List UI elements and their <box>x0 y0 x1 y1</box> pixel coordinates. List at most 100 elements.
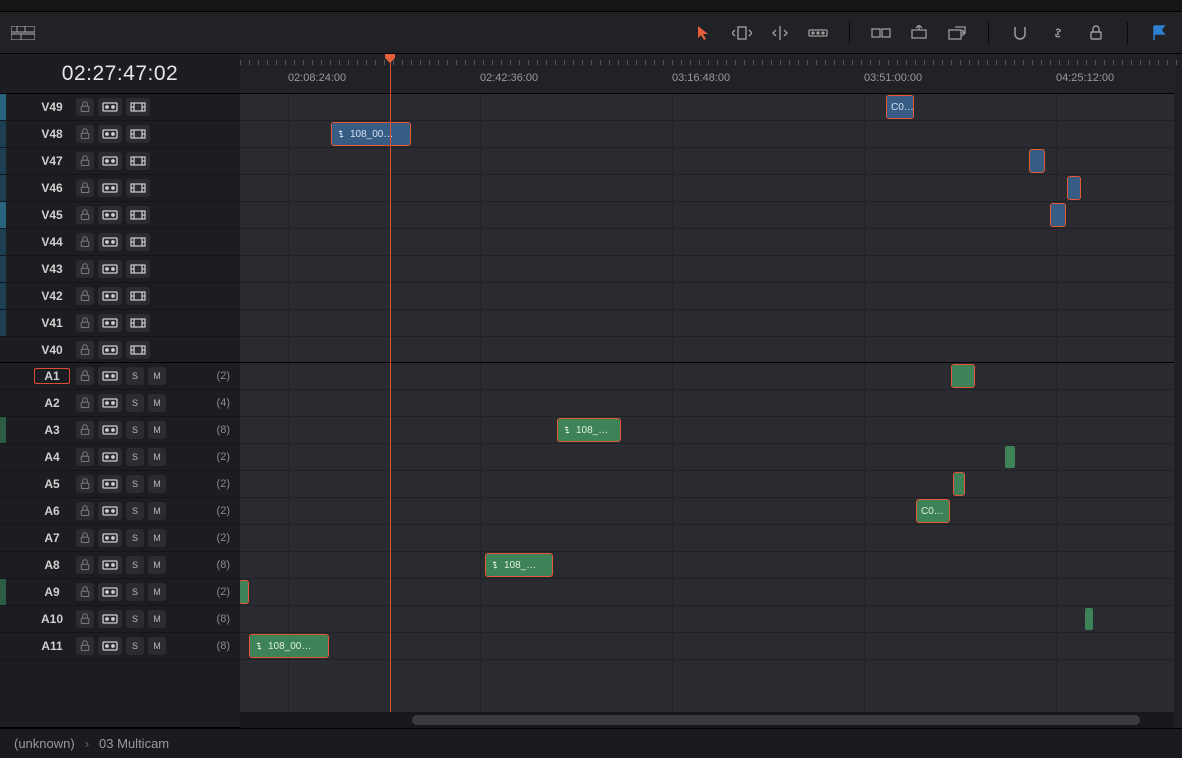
timeline-view-icon[interactable] <box>10 23 36 43</box>
flag-marker-icon[interactable] <box>1146 23 1172 43</box>
audio-clip[interactable]: 108_… <box>486 554 552 576</box>
timeline-lane[interactable] <box>240 606 1174 633</box>
timeline-lane[interactable] <box>240 202 1174 229</box>
timeline-lane[interactable] <box>240 471 1174 498</box>
auto-select-icon[interactable] <box>98 287 122 305</box>
solo-button[interactable]: S <box>126 475 144 493</box>
mute-button[interactable]: M <box>148 583 166 601</box>
blade-tool-icon[interactable] <box>805 23 831 43</box>
timeline-lane[interactable] <box>240 337 1174 363</box>
track-type-icon[interactable] <box>126 287 150 305</box>
audio-clip[interactable] <box>952 365 974 387</box>
horizontal-scrollbar[interactable] <box>240 712 1174 728</box>
audio-clip[interactable] <box>240 581 248 603</box>
auto-select-icon[interactable] <box>98 610 122 628</box>
solo-button[interactable]: S <box>126 529 144 547</box>
lock-icon[interactable] <box>76 475 94 493</box>
timeline-lane[interactable] <box>240 256 1174 283</box>
track-label[interactable]: V45 <box>34 208 70 222</box>
lock-icon[interactable] <box>76 314 94 332</box>
auto-select-icon[interactable] <box>98 341 122 359</box>
lock-icon[interactable] <box>76 502 94 520</box>
solo-button[interactable]: S <box>126 556 144 574</box>
selection-tool-icon[interactable] <box>691 23 717 43</box>
auto-select-icon[interactable] <box>98 98 122 116</box>
solo-button[interactable]: S <box>126 394 144 412</box>
video-clip[interactable] <box>1030 150 1044 172</box>
track-label[interactable]: A6 <box>34 504 70 518</box>
track-label[interactable]: V48 <box>34 127 70 141</box>
audio-track-header[interactable]: A7SM(2) <box>0 525 240 552</box>
solo-button[interactable]: S <box>126 583 144 601</box>
lock-icon[interactable] <box>76 637 94 655</box>
timeline[interactable]: 02:08:24:0002:42:36:0003:16:48:0003:51:0… <box>240 54 1174 728</box>
lock-icon[interactable] <box>76 394 94 412</box>
auto-select-icon[interactable] <box>98 502 122 520</box>
timeline-lane[interactable] <box>240 417 1174 444</box>
audio-track-header[interactable]: A2SM(4) <box>0 390 240 417</box>
track-label[interactable]: V49 <box>34 100 70 114</box>
timeline-lane[interactable] <box>240 579 1174 606</box>
auto-select-icon[interactable] <box>98 475 122 493</box>
timeline-lane[interactable] <box>240 633 1174 660</box>
timeline-lane[interactable] <box>240 552 1174 579</box>
video-clip[interactable]: 108_00… <box>332 123 410 145</box>
trim-end-icon[interactable] <box>767 23 793 43</box>
track-label[interactable]: A11 <box>34 639 70 653</box>
timeline-lane[interactable] <box>240 283 1174 310</box>
mute-button[interactable]: M <box>148 448 166 466</box>
track-type-icon[interactable] <box>126 125 150 143</box>
timeline-lane[interactable] <box>240 498 1174 525</box>
audio-track-header[interactable]: A8SM(8) <box>0 552 240 579</box>
audio-track-header[interactable]: A1SM(2) <box>0 363 240 390</box>
track-type-icon[interactable] <box>126 314 150 332</box>
lock-icon[interactable] <box>76 610 94 628</box>
timeline-lane[interactable] <box>240 444 1174 471</box>
auto-select-icon[interactable] <box>98 314 122 332</box>
lock-icon[interactable] <box>76 448 94 466</box>
track-label[interactable]: A9 <box>34 585 70 599</box>
auto-select-icon[interactable] <box>98 556 122 574</box>
lock-icon[interactable] <box>76 260 94 278</box>
audio-track-header[interactable]: A5SM(2) <box>0 471 240 498</box>
replace-clip-icon[interactable] <box>944 23 970 43</box>
lock-icon[interactable] <box>76 287 94 305</box>
auto-select-icon[interactable] <box>98 260 122 278</box>
video-clip[interactable]: C0… <box>887 96 913 118</box>
timeline-lane[interactable] <box>240 310 1174 337</box>
timeline-lane[interactable] <box>240 175 1174 202</box>
solo-button[interactable]: S <box>126 421 144 439</box>
video-track-header[interactable]: V44 <box>0 229 240 256</box>
video-track-header[interactable]: V41 <box>0 310 240 337</box>
lock-icon[interactable] <box>76 556 94 574</box>
playhead[interactable] <box>390 54 391 712</box>
audio-track-header[interactable]: A4SM(2) <box>0 444 240 471</box>
video-track-header[interactable]: V48 <box>0 121 240 148</box>
timeline-lane[interactable] <box>240 229 1174 256</box>
video-clip[interactable] <box>1068 177 1080 199</box>
audio-track-header[interactable]: A11SM(8) <box>0 633 240 660</box>
trim-start-icon[interactable] <box>729 23 755 43</box>
track-type-icon[interactable] <box>126 233 150 251</box>
audio-lane-area[interactable]: 108_…C0…108_…108_00… <box>240 363 1174 712</box>
lock-icon[interactable] <box>76 529 94 547</box>
audio-clip[interactable]: 108_00… <box>250 635 328 657</box>
track-label[interactable]: A1 <box>34 368 70 384</box>
mute-button[interactable]: M <box>148 556 166 574</box>
track-label[interactable]: A2 <box>34 396 70 410</box>
lock-icon[interactable] <box>76 341 94 359</box>
overwrite-clip-icon[interactable] <box>906 23 932 43</box>
track-label[interactable]: A3 <box>34 423 70 437</box>
track-label[interactable]: A4 <box>34 450 70 464</box>
audio-track-header[interactable]: A9SM(2) <box>0 579 240 606</box>
track-label[interactable]: A7 <box>34 531 70 545</box>
timeline-lane[interactable] <box>240 390 1174 417</box>
breadcrumb-root[interactable]: (unknown) <box>14 736 75 751</box>
solo-button[interactable]: S <box>126 502 144 520</box>
track-label[interactable]: V46 <box>34 181 70 195</box>
time-ruler[interactable]: 02:08:24:0002:42:36:0003:16:48:0003:51:0… <box>240 54 1174 94</box>
lock-icon[interactable] <box>76 206 94 224</box>
solo-button[interactable]: S <box>126 637 144 655</box>
video-clip[interactable] <box>1051 204 1065 226</box>
solo-button[interactable]: S <box>126 448 144 466</box>
